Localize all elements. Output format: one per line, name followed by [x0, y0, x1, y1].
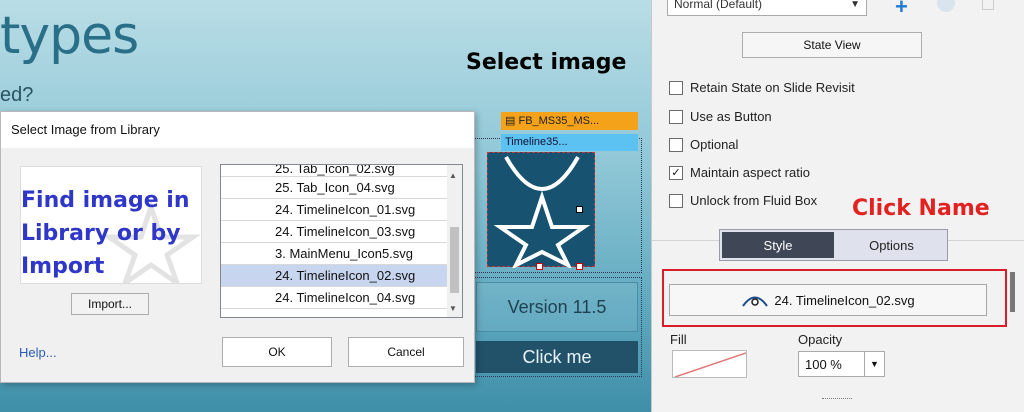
- checkbox-label: Use as Button: [690, 109, 772, 124]
- version-text-caption[interactable]: Version 11.5: [476, 282, 638, 332]
- properties-panel: Normal (Default) ▼ + State View Retain S…: [651, 0, 1024, 412]
- tab-options[interactable]: Options: [836, 230, 947, 260]
- scroll-thumb[interactable]: [450, 227, 459, 293]
- checkbox-label: Optional: [690, 137, 739, 152]
- chevron-down-icon[interactable]: ▼: [864, 352, 884, 376]
- annotation-click-name: Click Name: [852, 196, 990, 221]
- fill-label: Fill: [670, 332, 687, 347]
- checkbox[interactable]: ✓: [669, 165, 683, 180]
- opacity-field[interactable]: 100 % ▼: [798, 351, 885, 377]
- opacity-label: Opacity: [798, 332, 843, 347]
- checkbox[interactable]: [669, 109, 683, 124]
- chevron-down-icon: ▼: [850, 0, 860, 10]
- checkbox-label: Unlock from Fluid Box: [690, 193, 818, 208]
- checkbox-row[interactable]: Use as Button: [669, 109, 772, 124]
- object-tag-timeline[interactable]: Timeline35...: [501, 134, 638, 151]
- import-button[interactable]: Import...: [71, 293, 149, 315]
- checkbox-label: Maintain aspect ratio: [690, 165, 810, 180]
- tab-style[interactable]: Style: [722, 232, 834, 258]
- list-scrollbar[interactable]: ▲ ▼: [447, 165, 462, 317]
- resize-handle[interactable]: [576, 206, 583, 213]
- no-fill-icon: [674, 352, 746, 377]
- panel-scrollbar[interactable]: [1010, 272, 1015, 312]
- slide-subtitle: ed?: [0, 84, 34, 106]
- list-item[interactable]: 24. TimelineIcon_02.svg: [221, 265, 447, 287]
- annotation-select-image: Select image: [466, 50, 627, 75]
- preview-instruction-text: Find image in Library or by Import: [21, 188, 190, 279]
- state-view-button[interactable]: State View: [742, 32, 922, 58]
- list-item[interactable]: 24. TimelineIcon_03.svg: [221, 221, 447, 243]
- panel-resize-grip[interactable]: [822, 398, 852, 404]
- checkbox-row[interactable]: Optional: [669, 137, 738, 152]
- image-name-label: 24. TimelineIcon_02.svg: [774, 292, 915, 308]
- list-item[interactable]: 25. Tab_Icon_02.svg: [221, 165, 447, 177]
- slide-title: types: [0, 6, 139, 66]
- object-tag-group[interactable]: ▤ FB_MS35_MS...: [501, 112, 638, 130]
- group-icon: ▤: [505, 115, 516, 127]
- delete-state-icon[interactable]: [982, 0, 994, 10]
- list-item[interactable]: 24. TimelineIcon_04.svg: [221, 287, 447, 309]
- checkbox-row[interactable]: ✓ Maintain aspect ratio: [669, 165, 810, 180]
- cancel-button[interactable]: Cancel: [348, 337, 464, 367]
- add-state-icon[interactable]: +: [895, 0, 908, 20]
- select-image-dialog: Select Image from Library Find image in …: [0, 111, 475, 383]
- checkbox-row[interactable]: Retain State on Slide Revisit: [669, 80, 855, 95]
- resize-handle[interactable]: [576, 263, 583, 270]
- scroll-down-icon[interactable]: ▼: [449, 304, 457, 313]
- ok-button[interactable]: OK: [222, 337, 332, 367]
- list-item[interactable]: 24. TimelineIcon_01.svg: [221, 199, 447, 221]
- opacity-value: 100 %: [805, 357, 842, 372]
- help-link[interactable]: Help...: [19, 345, 57, 360]
- scroll-up-icon[interactable]: ▲: [449, 171, 457, 180]
- state-dropdown[interactable]: Normal (Default) ▼: [667, 0, 867, 16]
- checkbox[interactable]: [669, 80, 683, 95]
- dialog-title: Select Image from Library: [1, 112, 474, 148]
- group-tag-label: FB_MS35_MS...: [518, 115, 600, 127]
- image-name-button[interactable]: 24. TimelineIcon_02.svg: [669, 284, 987, 316]
- click-me-button[interactable]: Click me: [476, 341, 638, 373]
- checkbox[interactable]: [669, 137, 683, 152]
- checkbox-row[interactable]: Unlock from Fluid Box: [669, 193, 817, 208]
- resize-handle[interactable]: [536, 263, 543, 270]
- image-edit-icon: [742, 296, 769, 307]
- fill-color-swatch[interactable]: [672, 350, 747, 378]
- style-options-tabs: Style Options: [719, 229, 948, 261]
- cursor-state-icon[interactable]: [937, 0, 955, 12]
- list-item[interactable]: 25. Tab_Icon_04.svg: [221, 177, 447, 199]
- state-dropdown-value: Normal (Default): [674, 0, 763, 11]
- list-item[interactable]: 3. MainMenu_Icon5.svg: [221, 243, 447, 265]
- library-image-list[interactable]: 25. Tab_Icon_02.svg 25. Tab_Icon_04.svg 24…: [220, 164, 463, 318]
- checkbox[interactable]: [669, 193, 683, 208]
- checkbox-label: Retain State on Slide Revisit: [690, 80, 855, 95]
